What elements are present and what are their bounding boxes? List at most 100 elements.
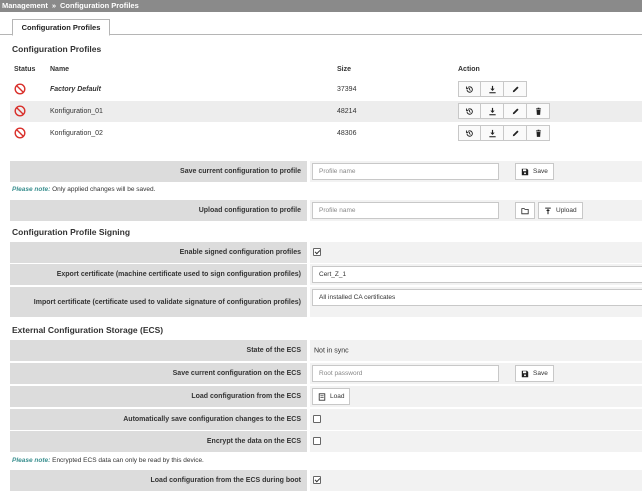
breadcrumb-separator: »	[51, 1, 57, 10]
enable-signing-label: Enable signed configuration profiles	[10, 242, 307, 263]
download-button[interactable]	[481, 103, 504, 119]
save-profile-label: Save current configuration to profile	[10, 161, 307, 182]
export-certificate-label: Export certificate (machine certificate …	[10, 264, 307, 285]
export-certificate-row: Export certificate (machine certificate …	[10, 264, 642, 285]
ecs-save-button[interactable]: Save	[515, 365, 554, 382]
save-profile-button[interactable]: Save	[515, 163, 554, 180]
pencil-icon	[512, 85, 519, 92]
profile-size: 48214	[337, 108, 357, 115]
breadcrumb-page: Configuration Profiles	[60, 1, 139, 10]
edit-button[interactable]	[504, 125, 527, 141]
ecs-title: External Configuration Storage (ECS)	[12, 325, 164, 335]
enable-signing-row: Enable signed configuration profiles	[10, 242, 642, 263]
note-prefix: Please note:	[12, 457, 51, 464]
restore-button[interactable]	[458, 125, 481, 141]
ecs-boot-checkbox[interactable]	[313, 476, 321, 484]
save-profile-button-label: Save	[533, 168, 548, 175]
ecs-save-label: Save current configuration on the ECS	[10, 363, 307, 384]
upload-profile-row: Upload configuration to profile Profile …	[10, 200, 642, 221]
ecs-state-row: State of the ECS Not in sync	[10, 340, 642, 361]
tab-configuration-profiles[interactable]: Configuration Profiles	[12, 19, 110, 36]
ecs-state-label: State of the ECS	[10, 340, 307, 361]
breadcrumb-section[interactable]: Management	[2, 1, 48, 10]
edit-button[interactable]	[504, 103, 527, 119]
ecs-encrypt-label: Encrypt the data on the ECS	[10, 431, 307, 452]
profile-name: Konfiguration_01	[50, 108, 103, 115]
restore-button[interactable]	[458, 81, 481, 97]
col-action: Action	[458, 66, 480, 73]
ecs-load-button-label: Load	[330, 393, 345, 400]
profile-size: 37394	[337, 86, 357, 93]
folder-icon	[521, 207, 529, 214]
note-ecs-encryption: Please note: Encrypted ECS data can only…	[12, 457, 204, 464]
upload-button-label: Upload	[556, 207, 577, 214]
signing-title: Configuration Profile Signing	[12, 227, 131, 237]
ecs-autosave-row: Automatically save configuration changes…	[10, 409, 642, 430]
profile-row: Factory Default 37394	[10, 79, 642, 100]
not-active-icon	[14, 105, 26, 117]
restore-button[interactable]	[458, 103, 481, 119]
note-text: Encrypted ECS data can only be read by t…	[52, 457, 204, 464]
not-active-icon	[14, 83, 26, 95]
edit-button[interactable]	[504, 81, 527, 97]
floppy-disk-icon	[521, 370, 529, 377]
ecs-encrypt-row: Encrypt the data on the ECS	[10, 431, 642, 452]
floppy-disk-icon	[521, 168, 529, 175]
tab-bar: Configuration Profiles	[0, 16, 642, 36]
download-button[interactable]	[481, 125, 504, 141]
download-icon	[488, 85, 496, 93]
profile-row: Konfiguration_02 48306	[10, 123, 642, 144]
profile-name-input[interactable]: Profile name	[312, 163, 499, 180]
ecs-state-value: Not in sync	[314, 347, 349, 354]
note-applied-changes: Please note: Only applied changes will b…	[12, 186, 155, 193]
delete-button[interactable]	[527, 125, 550, 141]
download-button[interactable]	[481, 81, 504, 97]
restore-icon	[465, 129, 473, 137]
col-size: Size	[337, 66, 352, 73]
upload-profile-name-input[interactable]: Profile name	[312, 202, 499, 219]
trash-icon	[535, 107, 541, 115]
profile-size: 48306	[337, 130, 357, 137]
ecs-autosave-label: Automatically save configuration changes…	[10, 409, 307, 430]
root-password-input[interactable]: Root password	[312, 365, 499, 382]
note-prefix: Please note:	[12, 186, 51, 193]
ecs-load-label: Load configuration from the ECS	[10, 386, 307, 407]
ecs-encrypt-checkbox[interactable]	[313, 437, 321, 445]
ecs-autosave-checkbox[interactable]	[313, 415, 321, 423]
upload-icon	[545, 207, 551, 214]
enable-signing-checkbox[interactable]	[313, 248, 321, 256]
load-icon	[318, 392, 326, 401]
note-text: Only applied changes will be saved.	[52, 186, 156, 193]
profile-actions	[458, 103, 550, 119]
breadcrumb: Management» Configuration Profiles	[0, 0, 642, 12]
save-profile-row: Save current configuration to profile Pr…	[10, 161, 642, 182]
pencil-icon	[512, 129, 519, 136]
ecs-load-button[interactable]: Load	[312, 388, 351, 405]
pencil-icon	[512, 107, 519, 114]
ecs-save-button-label: Save	[533, 370, 548, 377]
ecs-boot-label: Load configuration from the ECS during b…	[10, 470, 307, 491]
profile-actions	[458, 125, 550, 141]
browse-folder-button[interactable]	[515, 202, 535, 219]
restore-icon	[465, 107, 473, 115]
upload-button[interactable]: Upload	[538, 202, 583, 219]
restore-icon	[465, 85, 473, 93]
ecs-boot-row: Load configuration from the ECS during b…	[10, 470, 642, 491]
import-certificate-label: Import certificate (certificate used to …	[10, 287, 307, 317]
ecs-save-row: Save current configuration on the ECS Ro…	[10, 363, 642, 384]
download-icon	[488, 107, 496, 115]
profile-actions	[458, 81, 527, 97]
upload-profile-label: Upload configuration to profile	[10, 200, 307, 221]
trash-icon	[535, 129, 541, 137]
profile-name: Factory Default	[50, 86, 101, 93]
col-name: Name	[50, 66, 70, 73]
import-certificate-select[interactable]: All installed CA certificates	[312, 289, 642, 306]
ecs-load-row: Load configuration from the ECS Load	[10, 386, 642, 407]
profile-row: Konfiguration_01 48214	[10, 101, 642, 122]
delete-button[interactable]	[527, 103, 550, 119]
export-certificate-select[interactable]: Cert_Z_1	[312, 266, 642, 283]
not-active-icon	[14, 127, 26, 139]
col-status: Status	[14, 66, 36, 73]
profile-name: Konfiguration_02	[50, 130, 103, 137]
profiles-title: Configuration Profiles	[12, 44, 102, 54]
